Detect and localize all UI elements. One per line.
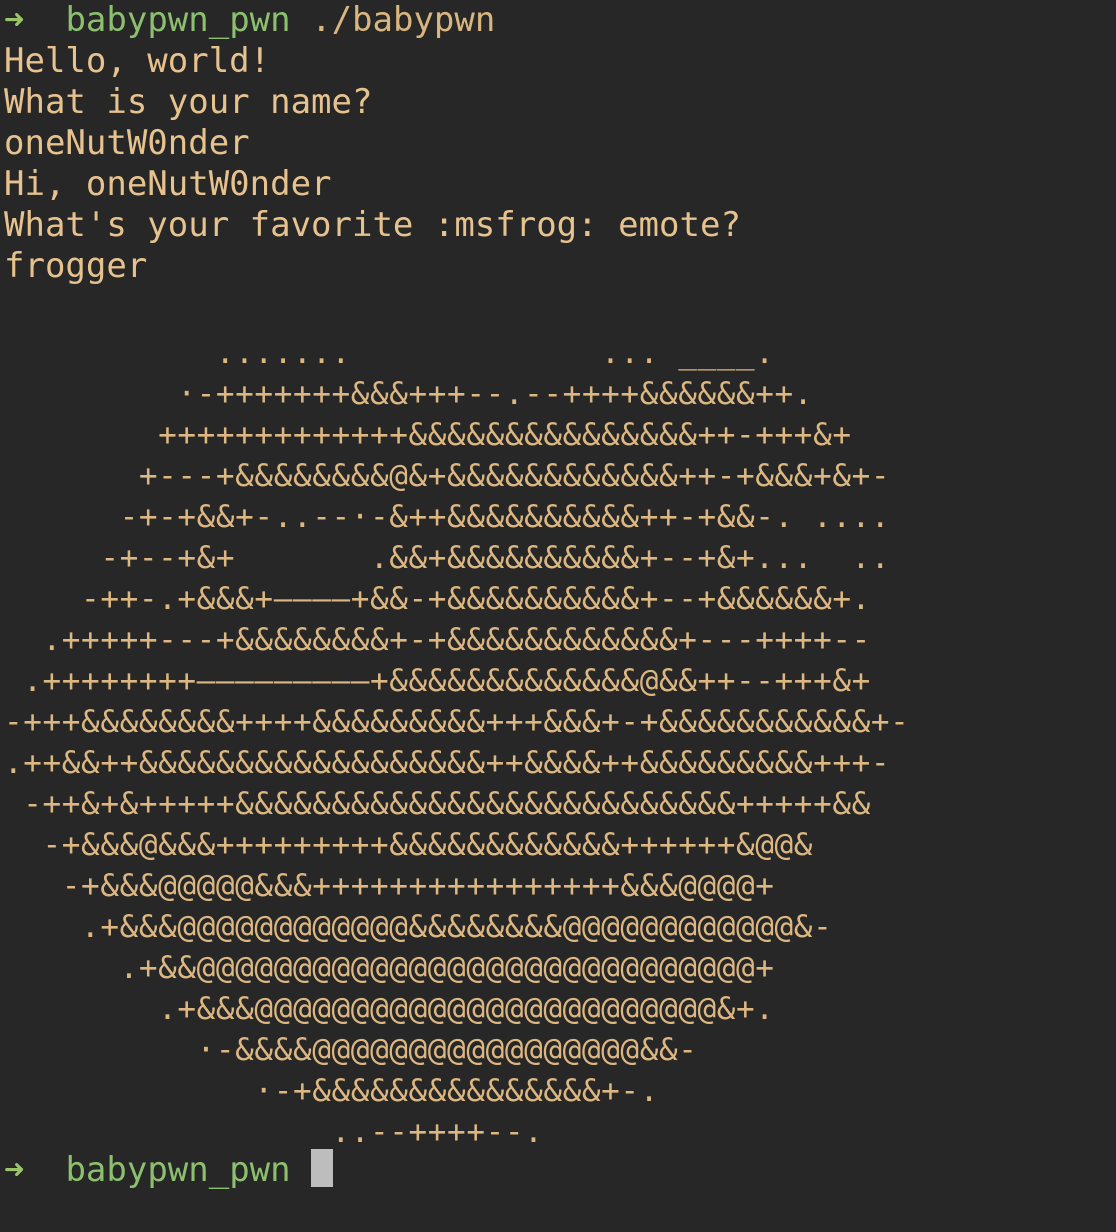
ascii-art-line: -+++&&&&&&&&++++&&&&&&&&&+++&&&+-+&&&&&&… xyxy=(4,704,910,740)
ascii-art-line: ·-+++++++&&&+++--.--++++&&&&&&++. xyxy=(4,376,814,412)
ascii-art-line: -+&&&@@@@@&&&++++++++++++++++&&&@@@@+ xyxy=(4,868,775,904)
output-line: Hello, world! xyxy=(4,41,271,81)
ascii-art-line: -++-.+&&&+————+&&-+&&&&&&&&&&+--+&&&&&&+… xyxy=(4,581,871,617)
ascii-art-line: +++++++++++++&&&&&&&&&&&&&&&++-+++&+ xyxy=(4,417,852,453)
ascii-art-line: -+--+&+ .&&+&&&&&&&&&&+--+&+... .. xyxy=(4,540,891,576)
prompt-arrow-icon: ➜ xyxy=(4,0,25,40)
prompt-directory: babypwn_pwn xyxy=(65,0,291,40)
prompt-arrow-icon: ➜ xyxy=(4,1150,25,1190)
final-prompt-line[interactable]: ➜ babypwn_pwn xyxy=(4,1149,334,1191)
output-line: What's your favorite :msfrog: emote? xyxy=(4,205,741,245)
output-line: What is your name? xyxy=(4,82,373,122)
output-line: frogger xyxy=(4,246,148,286)
ascii-art-line: ..--++++--. xyxy=(4,1114,544,1150)
ascii-art-line: .+&&@@@@@@@@@@@@@@@@@@@@@@@@@@@@@+ xyxy=(4,950,775,986)
ascii-art-line: +---+&&&&&&&&@&+&&&&&&&&&&&&++-+&&&+&+- xyxy=(4,458,891,494)
output-line: Hi, oneNutW0nder xyxy=(4,164,332,204)
ascii-art-line: .+++++---+&&&&&&&&+-+&&&&&&&&&&&&+---+++… xyxy=(4,622,871,658)
ascii-art-line: -+&&&@&&&+++++++++&&&&&&&&&&&&++++++&@@& xyxy=(4,827,814,863)
terminal-cursor[interactable] xyxy=(311,1149,334,1187)
ascii-art-line: -+-+&&+-..--·-&++&&&&&&&&&&++-+&&-. .... xyxy=(4,499,891,535)
prompt-line: ➜ babypwn_pwn ./babypwn xyxy=(4,0,495,41)
output-line: oneNutW0nder xyxy=(4,123,250,163)
ascii-art-line: .+&&&@@@@@@@@@@@@&&&&&&&&@@@@@@@@@@@@&- xyxy=(4,909,833,945)
prompt-directory: babypwn_pwn xyxy=(65,1150,291,1190)
prompt-command: ./babypwn xyxy=(311,0,496,40)
ascii-art-line: -++&+&+++++&&&&&&&&&&&&&&&&&&&&&&&&&&+++… xyxy=(4,786,871,822)
ascii-art-line: .++++++++—————————+&&&&&&&&&&&&&@&&++--+… xyxy=(4,663,871,699)
ascii-art-line: ....... ... ____. xyxy=(4,335,775,371)
ascii-art-line: .+&&&@@@@@@@@@@@@@@@@@@@@@@@@&+. xyxy=(4,991,775,1027)
ascii-art-line: ·-&&&&@@@@@@@@@@@@@@@@@&&- xyxy=(4,1032,698,1068)
ascii-art-line: ·-+&&&&&&&&&&&&&&&+-. xyxy=(4,1073,659,1109)
terminal-window[interactable]: ➜ babypwn_pwn ./babypwn Hello, world! Wh… xyxy=(4,0,1112,1232)
ascii-art-line: .++&&++&&&&&&&&&&&&&&&&&&++&&&&++&&&&&&&… xyxy=(4,745,891,781)
